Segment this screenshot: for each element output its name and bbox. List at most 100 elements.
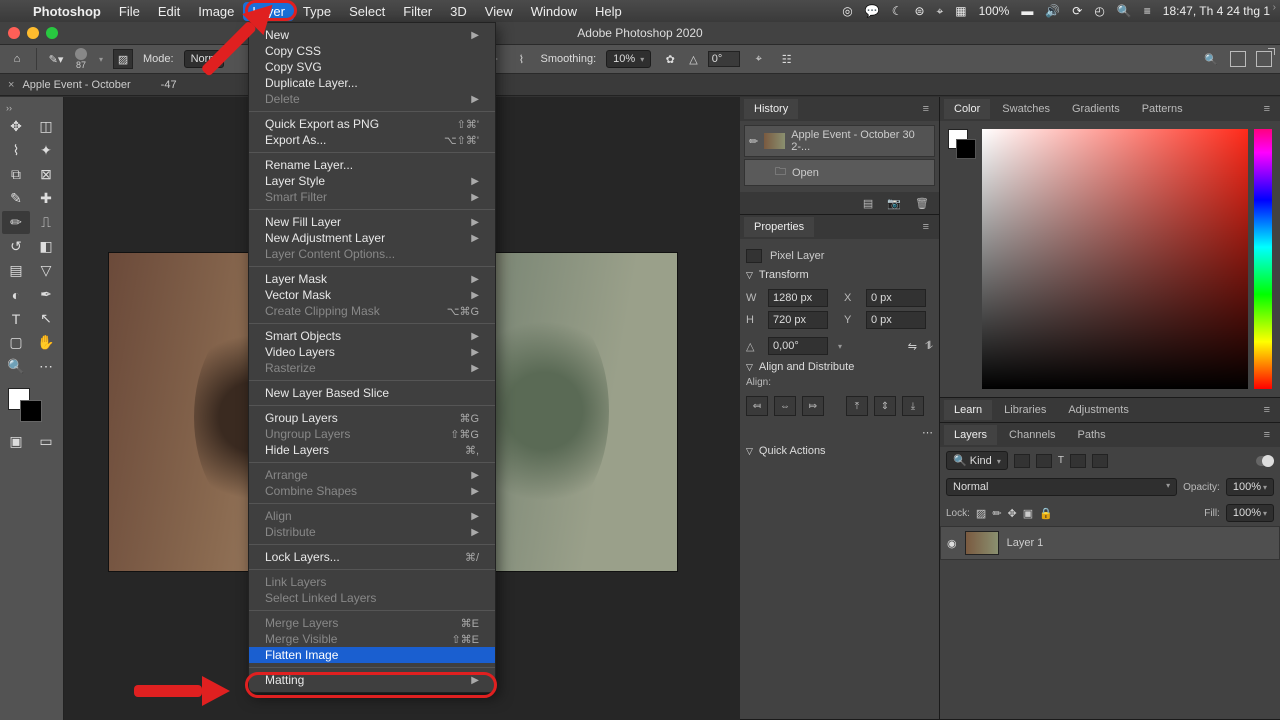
history-brush-tool[interactable]: ↺	[2, 235, 30, 258]
menu-item-new[interactable]: New▶	[249, 27, 495, 43]
input-icon[interactable]: ▦	[955, 4, 966, 18]
width-input[interactable]	[768, 289, 828, 307]
menu-file[interactable]: File	[110, 2, 149, 21]
trash-icon[interactable]: 🗑	[915, 197, 929, 210]
align-right[interactable]: ⤇	[802, 396, 824, 416]
moon-icon[interactable]: ☾	[892, 4, 903, 18]
menu-item-rename-layer-[interactable]: Rename Layer...	[249, 157, 495, 173]
smoothing-gear-icon[interactable]: ✿	[661, 50, 679, 68]
hue-slider[interactable]	[1254, 129, 1272, 389]
saturation-picker[interactable]	[982, 129, 1248, 389]
lock-trans-icon[interactable]: ▨	[976, 507, 986, 520]
history-document-row[interactable]: ✏ Apple Event - October 30 2-...	[744, 125, 935, 157]
channels-tab[interactable]: Channels	[999, 425, 1065, 445]
filter-type-icon[interactable]: T	[1058, 455, 1064, 466]
history-menu-icon[interactable]: ≡	[917, 103, 935, 115]
align-bottom[interactable]: ⤓	[902, 396, 924, 416]
filter-adjust-icon[interactable]	[1036, 454, 1052, 468]
angle-input[interactable]	[708, 51, 740, 67]
color-swatch-pair[interactable]	[948, 129, 976, 163]
home-icon[interactable]: ⌂	[8, 50, 26, 68]
menu-select[interactable]: Select	[340, 2, 394, 21]
learn-tab[interactable]: Learn	[944, 400, 992, 420]
color-tab[interactable]: Color	[944, 99, 990, 119]
height-input[interactable]	[768, 311, 828, 329]
menu-item-copy-svg[interactable]: Copy SVG	[249, 59, 495, 75]
shape-tool[interactable]: ▢	[2, 331, 30, 354]
brush-tool[interactable]: ✏	[2, 211, 30, 234]
move-tool[interactable]: ✥	[2, 115, 30, 138]
hand-tool[interactable]: ✋	[32, 331, 60, 354]
filter-pixel-icon[interactable]	[1014, 454, 1030, 468]
align-hcenter[interactable]: ⇔	[774, 396, 796, 416]
menu-item-new-layer-based-slice[interactable]: New Layer Based Slice	[249, 385, 495, 401]
close-tab-icon[interactable]: ×	[8, 79, 14, 91]
more-align-icon[interactable]: ⋯	[746, 426, 933, 439]
menu-item-copy-css[interactable]: Copy CSS	[249, 43, 495, 59]
healing-tool[interactable]: ✚	[32, 187, 60, 210]
bluetooth-icon[interactable]: ⌖	[937, 4, 944, 19]
menu-item-matting[interactable]: Matting▶	[249, 672, 495, 688]
menu-item-new-adjustment-layer[interactable]: New Adjustment Layer▶	[249, 230, 495, 246]
y-input[interactable]	[866, 311, 926, 329]
snapshot-icon[interactable]: ▤	[863, 197, 873, 210]
butterfly-icon[interactable]: ☷	[778, 50, 796, 68]
patterns-tab[interactable]: Patterns	[1132, 99, 1193, 119]
pen-tool[interactable]: ✒	[32, 283, 60, 306]
brush-size[interactable]: 87	[76, 60, 86, 70]
menu-filter[interactable]: Filter	[394, 2, 441, 21]
camera-icon[interactable]: 📷	[887, 197, 901, 210]
search-icon[interactable]: 🔍	[1117, 4, 1132, 18]
history-step-row[interactable]: 🗀 Open	[744, 159, 935, 186]
filter-toggle[interactable]	[1256, 456, 1274, 466]
layers-menu-icon[interactable]: ≡	[1258, 429, 1276, 441]
background-color[interactable]	[20, 400, 42, 422]
menu-edit[interactable]: Edit	[149, 2, 189, 21]
type-tool[interactable]: T	[2, 307, 30, 330]
align-vcenter[interactable]: ⇕	[874, 396, 896, 416]
menu-3d[interactable]: 3D	[441, 2, 476, 21]
eyedropper-tool[interactable]: ✎	[2, 187, 30, 210]
filter-smart-icon[interactable]	[1092, 454, 1108, 468]
opacity-value[interactable]: 100%▾	[1226, 478, 1274, 496]
maximize-button[interactable]	[46, 27, 58, 39]
panel-collapse-icon[interactable]: ›	[1273, 2, 1276, 13]
eraser-tool[interactable]: ◧	[32, 235, 60, 258]
menu-item-lock-layers-[interactable]: Lock Layers...⌘/	[249, 549, 495, 565]
blend-mode[interactable]: Normal ▾	[946, 478, 1177, 496]
menu-help[interactable]: Help	[586, 2, 631, 21]
menu-item-flatten-image[interactable]: Flatten Image	[249, 647, 495, 663]
menu-item-new-fill-layer[interactable]: New Fill Layer▶	[249, 214, 495, 230]
control-center-icon[interactable]: ≡	[1144, 4, 1151, 18]
zoom-tool[interactable]: 🔍	[2, 355, 30, 378]
menu-view[interactable]: View	[476, 2, 522, 21]
menu-window[interactable]: Window	[522, 2, 586, 21]
brush-tool-icon[interactable]: ✎▾	[47, 50, 65, 68]
workspace-icon[interactable]	[1230, 51, 1246, 67]
lock-pos-icon[interactable]: ✥	[1008, 507, 1017, 520]
marquee-tool[interactable]: ◫	[32, 115, 60, 138]
more-tools[interactable]: ⋯	[32, 355, 60, 378]
foreground-background-swatch[interactable]	[2, 388, 61, 424]
lasso-tool[interactable]: ⌇	[2, 139, 30, 162]
brush-panel-icon[interactable]: ▨	[113, 49, 133, 69]
adjustments-tab[interactable]: Adjustments	[1058, 400, 1139, 420]
minimize-button[interactable]	[27, 27, 39, 39]
flip-h-icon[interactable]: ⇋	[908, 340, 917, 353]
menu-item-layer-style[interactable]: Layer Style▶	[249, 173, 495, 189]
frame-tool[interactable]: ⊠	[32, 163, 60, 186]
stamp-tool[interactable]: ⎍	[32, 211, 60, 234]
smoothing-value[interactable]: 10% ▾	[606, 50, 651, 68]
lock-all-icon[interactable]: 🔒	[1039, 507, 1053, 520]
search-icon-2[interactable]: 🔍	[1202, 50, 1220, 68]
blur-tool[interactable]: ▽	[32, 259, 60, 282]
cc-icon[interactable]: ◎	[842, 4, 852, 18]
kind-filter[interactable]: 🔍 Kind ▾	[946, 451, 1008, 470]
filter-shape-icon[interactable]	[1070, 454, 1086, 468]
flip-v-icon[interactable]: ⥮	[925, 340, 933, 353]
transform-head[interactable]: Transform	[759, 269, 809, 281]
swatches-tab[interactable]: Swatches	[992, 99, 1060, 119]
menu-item-hide-layers[interactable]: Hide Layers⌘,	[249, 442, 495, 458]
menu-item-video-layers[interactable]: Video Layers▶	[249, 344, 495, 360]
symmetry-icon[interactable]: ⌖	[750, 50, 768, 68]
